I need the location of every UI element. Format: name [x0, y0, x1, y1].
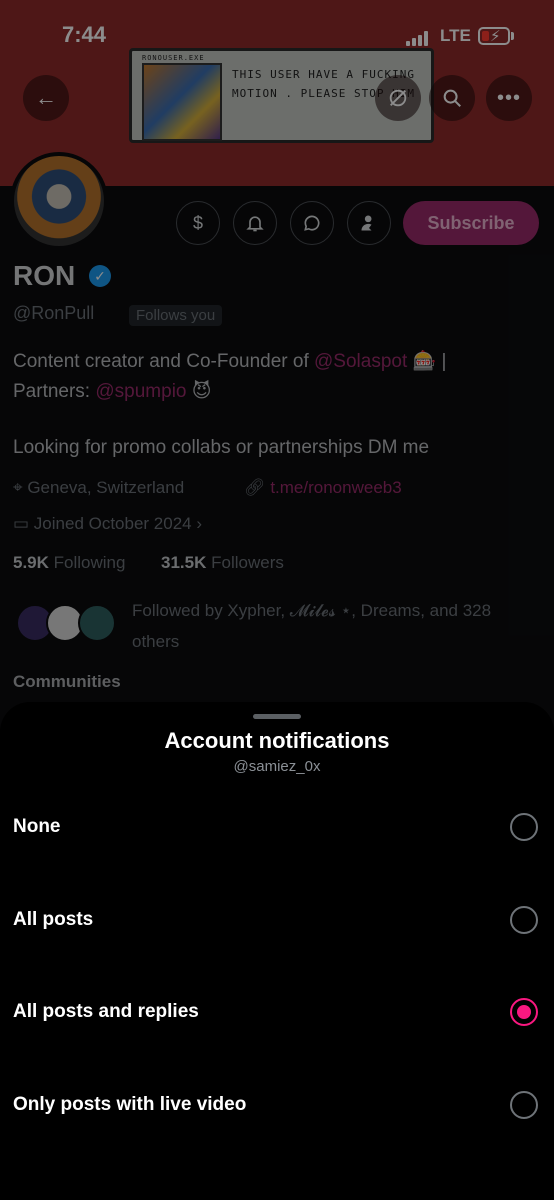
option-none[interactable]: None — [0, 788, 554, 868]
radio-button[interactable] — [510, 1091, 538, 1119]
option-label: All posts — [13, 909, 94, 930]
radio-button[interactable] — [510, 813, 538, 841]
sheet-subtitle: @samiez_0x — [233, 758, 321, 775]
option-label: Only posts with live video — [13, 1094, 247, 1115]
notification-sheet: Account notifications @samiez_0x None Al… — [0, 702, 554, 1200]
option-live-video[interactable]: Only posts with live video — [0, 1066, 554, 1146]
option-all-posts[interactable]: All posts — [0, 881, 554, 961]
sheet-grabber[interactable] — [253, 714, 301, 719]
radio-button-selected[interactable] — [510, 998, 538, 1026]
option-all-posts-and-replies[interactable]: All posts and replies — [0, 973, 554, 1053]
sheet-title: Account notifications — [164, 728, 390, 753]
option-label: None — [13, 816, 61, 837]
radio-button[interactable] — [510, 906, 538, 934]
option-label: All posts and replies — [13, 1001, 199, 1022]
